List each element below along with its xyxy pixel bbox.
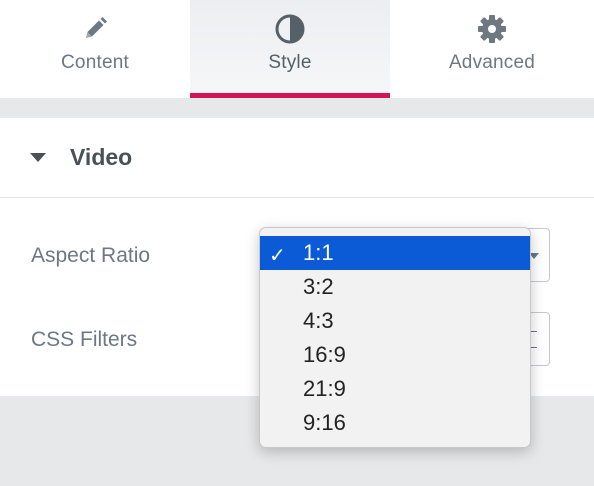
panel-divider [0, 98, 594, 118]
editor-panel: Content Style Advanced Video Aspect Rati… [0, 0, 594, 486]
tab-label: Advanced [448, 52, 536, 73]
option-label: 3:2 [303, 274, 334, 299]
pencil-icon [80, 14, 110, 44]
dropdown-option[interactable]: 9:16 [260, 406, 530, 440]
dropdown-option[interactable]: 21:9 [260, 372, 530, 406]
half-circle-icon [275, 14, 305, 44]
dropdown-option[interactable]: 3:2 [260, 270, 530, 304]
panel-tabs: Content Style Advanced [0, 0, 594, 98]
tab-label: Style [268, 52, 312, 73]
caret-down-icon [30, 153, 46, 162]
option-label: 16:9 [303, 342, 346, 367]
option-label: 21:9 [303, 376, 346, 401]
option-label: 9:16 [303, 410, 346, 435]
dropdown-option[interactable]: ✓ 1:1 [260, 236, 530, 270]
dropdown-option[interactable]: 16:9 [260, 338, 530, 372]
aspect-ratio-dropdown: ✓ 1:1 3:2 4:3 16:9 21:9 9:16 [259, 227, 531, 448]
option-label: 4:3 [303, 308, 334, 333]
gear-icon [477, 14, 507, 44]
tab-advanced[interactable]: Advanced [390, 0, 594, 98]
tab-style[interactable]: Style [190, 0, 390, 98]
dropdown-option[interactable]: 4:3 [260, 304, 530, 338]
tab-content[interactable]: Content [0, 0, 190, 98]
tab-label: Content [61, 52, 129, 73]
checkmark-icon: ✓ [269, 245, 286, 267]
aspect-ratio-label: Aspect Ratio [31, 244, 151, 267]
section-header[interactable]: Video [0, 118, 594, 198]
option-label: 1:1 [303, 240, 334, 265]
css-filters-label: CSS Filters [31, 328, 138, 351]
section-title: Video [70, 144, 133, 170]
